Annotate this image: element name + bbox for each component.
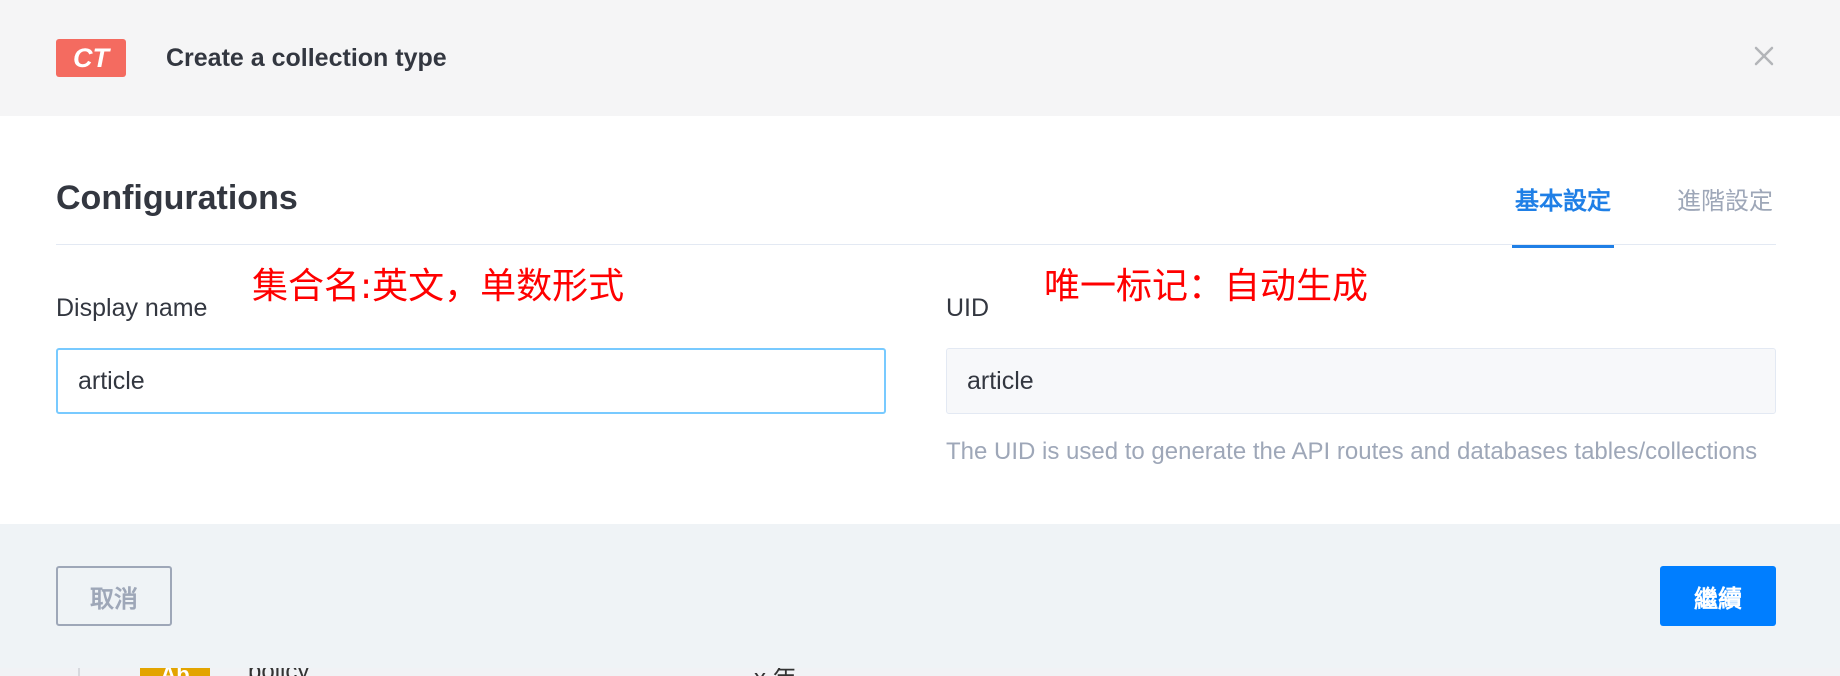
modal-title: Create a collection type bbox=[166, 44, 447, 72]
section-title: Configurations bbox=[56, 179, 298, 217]
display-name-label: Display name bbox=[56, 294, 208, 322]
uid-input[interactable] bbox=[946, 348, 1776, 414]
uid-label: UID bbox=[946, 294, 990, 322]
cancel-button[interactable]: 取消 bbox=[56, 566, 172, 626]
display-name-annotation: 集合名:英文，单数形式 bbox=[252, 266, 625, 307]
uid-hint: The UID is used to generate the API rout… bbox=[946, 438, 1758, 465]
section-divider bbox=[56, 244, 1776, 245]
collection-type-badge: CT bbox=[56, 39, 126, 77]
create-collection-type-modal: CT Create a collection type Configuratio… bbox=[0, 0, 1840, 668]
modal-header: CT Create a collection type bbox=[0, 0, 1840, 116]
tab-advanced-settings[interactable]: 進階設定 bbox=[1674, 180, 1776, 244]
tab-basic-settings[interactable]: 基本設定 bbox=[1512, 180, 1614, 248]
display-name-input[interactable] bbox=[56, 348, 886, 414]
continue-button[interactable]: 繼續 bbox=[1660, 566, 1776, 626]
modal-footer: 取消 繼續 bbox=[0, 524, 1840, 668]
uid-annotation: 唯一标记：自动生成 bbox=[1044, 266, 1369, 307]
close-icon[interactable] bbox=[1746, 38, 1782, 74]
